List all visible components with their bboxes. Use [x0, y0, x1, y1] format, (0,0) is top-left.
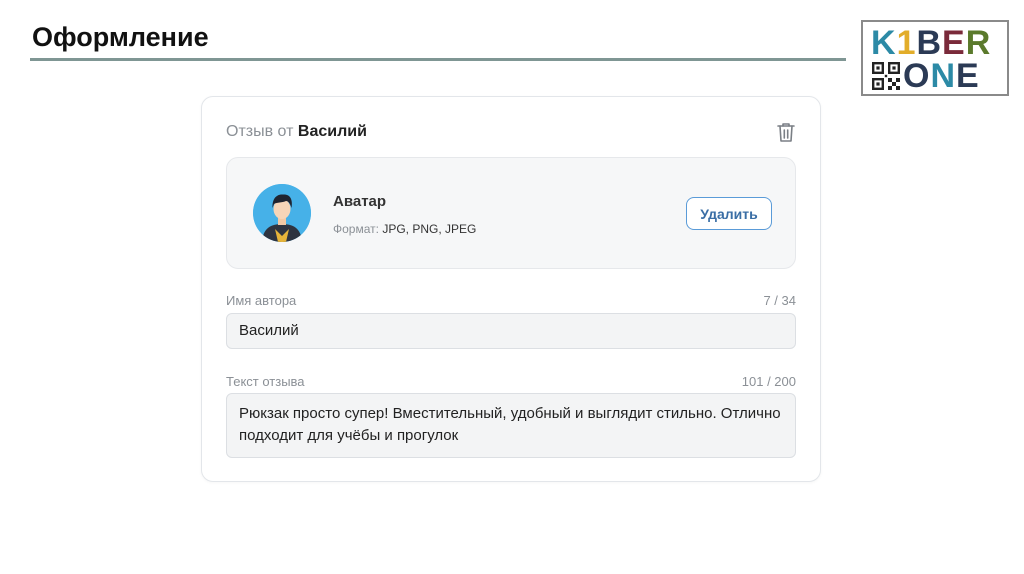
author-field-label: Имя автора	[226, 293, 297, 308]
avatar	[253, 184, 311, 242]
qr-code-icon	[872, 62, 900, 90]
review-author-name: Василий	[297, 123, 367, 140]
avatar-upload-box: Аватар Формат: JPG, PNG, JPEG Удалить	[226, 157, 796, 269]
logo-letter: O	[903, 57, 931, 95]
avatar-format: Формат: JPG, PNG, JPEG	[333, 222, 476, 236]
author-name-input[interactable]: Василий	[226, 313, 796, 349]
review-text-area[interactable]: Рюкзак просто супер! Вместительный, удоб…	[226, 393, 796, 458]
delete-avatar-button[interactable]: Удалить	[686, 197, 772, 230]
author-field-counter: 7 / 34	[763, 293, 796, 308]
logo-row-bottom: ONE	[903, 59, 980, 93]
review-header: Отзыв от Василий	[226, 123, 367, 141]
slide-title: Оформление	[32, 22, 209, 52]
kiberone-logo: K1BER ONE	[861, 20, 1009, 96]
logo-letter: E	[956, 57, 980, 95]
logo-letter: K	[871, 24, 897, 62]
title-divider	[30, 58, 846, 61]
avatar-format-value: JPG, PNG, JPEG	[382, 222, 477, 236]
person-avatar-icon	[253, 184, 311, 242]
avatar-format-label: Формат:	[333, 222, 379, 236]
review-header-prefix: Отзыв от	[226, 123, 294, 140]
trash-icon[interactable]	[776, 121, 796, 143]
avatar-title: Аватар	[333, 193, 387, 210]
review-card: Отзыв от Василий Аватар Формат: JPG, PNG…	[201, 96, 821, 482]
review-text-label: Текст отзыва	[226, 374, 305, 389]
logo-row-top: K1BER	[871, 26, 991, 60]
review-text-counter: 101 / 200	[741, 374, 796, 389]
logo-letter: N	[930, 57, 957, 95]
